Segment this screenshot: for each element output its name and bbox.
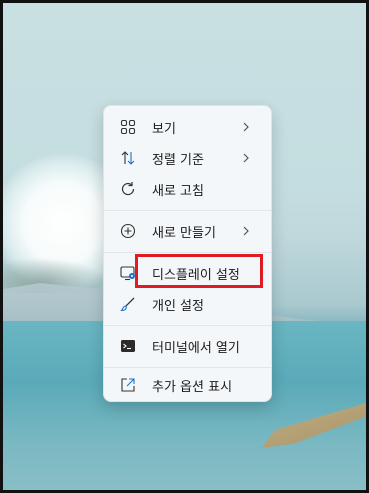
menu-item-view[interactable]: 보기 bbox=[110, 112, 267, 142]
brush-icon bbox=[120, 297, 135, 312]
sort-arrows-icon bbox=[121, 151, 135, 165]
menu-divider bbox=[104, 325, 271, 326]
screenshot-frame: 보기 정렬 기준 새로 고침 새로 만들기 디스플레이 설정 개인 설정 터미널… bbox=[0, 0, 369, 493]
menu-item-label: 개인 설정 bbox=[152, 299, 204, 314]
menu-item-show-more-options[interactable]: 추가 옵션 표시 bbox=[110, 370, 267, 400]
chevron-right-icon bbox=[243, 153, 249, 163]
menu-item-personalize[interactable]: 개인 설정 bbox=[110, 289, 267, 319]
highlight-box bbox=[135, 254, 263, 288]
chevron-right-icon bbox=[243, 226, 249, 236]
menu-item-label: 새로 고침 bbox=[152, 184, 204, 199]
menu-item-label: 보기 bbox=[152, 122, 176, 137]
refresh-icon bbox=[121, 182, 135, 196]
menu-item-new[interactable]: 새로 만들기 bbox=[110, 216, 267, 246]
menu-item-open-terminal[interactable]: 터미널에서 열기 bbox=[110, 331, 267, 361]
menu-divider bbox=[104, 252, 271, 253]
open-external-icon bbox=[121, 378, 135, 392]
display-settings-icon bbox=[120, 266, 135, 281]
menu-item-sort-by[interactable]: 정렬 기준 bbox=[110, 143, 267, 173]
menu-divider bbox=[104, 210, 271, 211]
terminal-icon bbox=[121, 340, 135, 352]
menu-item-label: 정렬 기준 bbox=[152, 153, 204, 168]
menu-item-refresh[interactable]: 새로 고침 bbox=[110, 174, 267, 204]
menu-divider bbox=[104, 367, 271, 368]
menu-item-label: 터미널에서 열기 bbox=[152, 341, 240, 356]
menu-item-label: 추가 옵션 표시 bbox=[152, 380, 233, 395]
menu-item-label: 새로 만들기 bbox=[152, 226, 216, 241]
grid-icon bbox=[120, 119, 136, 135]
chevron-right-icon bbox=[243, 122, 249, 132]
plus-circle-icon bbox=[120, 223, 136, 239]
